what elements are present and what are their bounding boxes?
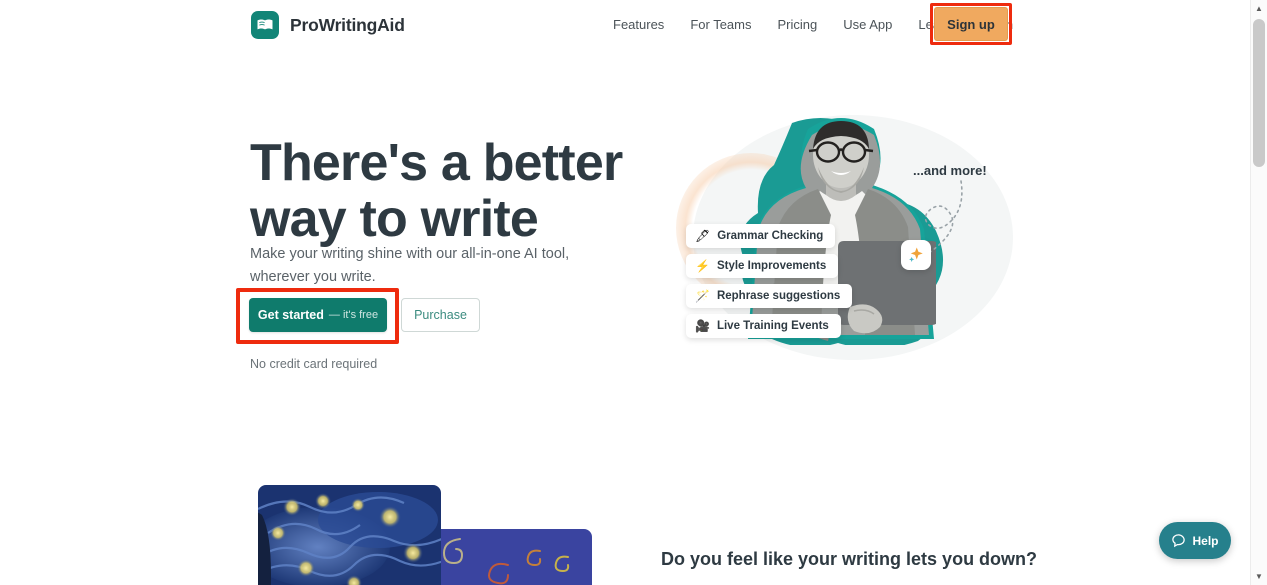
feature-chip-label: Grammar Checking — [717, 230, 824, 242]
video-camera-icon: 🎥 — [695, 319, 710, 333]
nav-link-pricing[interactable]: Pricing — [764, 0, 830, 49]
scroll-up-arrow-icon[interactable]: ▲ — [1251, 0, 1267, 17]
get-started-note: — it's free — [328, 309, 379, 321]
artwork-starry-night — [258, 485, 441, 585]
section-heading: Do you feel like your writing lets you d… — [661, 549, 1038, 569]
page-viewport: ProWritingAid Features For Teams Pricing… — [0, 0, 1250, 585]
feature-chip-label: Style Improvements — [716, 260, 827, 272]
feature-chip-label: Rephrase suggestions — [716, 290, 841, 302]
vertical-scrollbar[interactable]: ▲ ▼ — [1250, 0, 1267, 585]
feature-chip-label: Live Training Events — [716, 320, 829, 332]
book-logo-icon — [251, 11, 279, 39]
sign-up-button[interactable]: Sign up — [934, 7, 1008, 41]
scrollbar-thumb[interactable] — [1253, 19, 1265, 167]
sign-up-highlight-box: Sign up — [930, 3, 1012, 45]
brand-logo[interactable]: ProWritingAid — [251, 11, 405, 39]
artwork-blue-doodles — [432, 529, 592, 585]
help-button[interactable]: Help — [1159, 522, 1231, 559]
hero-subtitle: Make your writing shine with our all-in-… — [250, 245, 570, 285]
nav-link-features[interactable]: Features — [600, 0, 677, 49]
feature-chip-style-improvements: ⚡ Style Improvements — [686, 254, 839, 278]
get-started-button[interactable]: Get started — it's free — [249, 298, 387, 332]
pen-icon: 🖋 — [695, 229, 711, 243]
feature-chip-grammar-checking: 🖋 Grammar Checking — [686, 224, 836, 248]
magic-wand-icon: 🪄 — [695, 289, 710, 303]
feature-chip-rephrase-suggestions: 🪄 Rephrase suggestions — [686, 284, 853, 308]
purchase-button[interactable]: Purchase — [401, 298, 480, 332]
sparkles-icon — [901, 240, 931, 270]
chat-bubble-icon — [1172, 534, 1186, 548]
brand-name: ProWritingAid — [290, 14, 405, 35]
scroll-down-arrow-icon[interactable]: ▼ — [1251, 568, 1267, 585]
lightning-icon: ⚡ — [695, 259, 710, 273]
hero-title: There's a better way to write — [250, 133, 623, 248]
feature-chip-live-training-events: 🎥 Live Training Events — [686, 314, 841, 338]
browser-page: ProWritingAid Features For Teams Pricing… — [0, 0, 1267, 585]
hero-illustration: ...and more! 🖋 Grammar Checking ⚡ Style … — [648, 105, 1028, 370]
nav-link-use-app[interactable]: Use App — [830, 0, 905, 49]
help-label: Help — [1192, 533, 1219, 548]
nav-link-for-teams[interactable]: For Teams — [677, 0, 764, 49]
and-more-annotation: ...and more! — [913, 163, 987, 178]
site-header: ProWritingAid Features For Teams Pricing… — [0, 0, 1250, 49]
no-credit-card-note: No credit card required — [250, 357, 378, 371]
get-started-label: Get started — [257, 308, 324, 322]
